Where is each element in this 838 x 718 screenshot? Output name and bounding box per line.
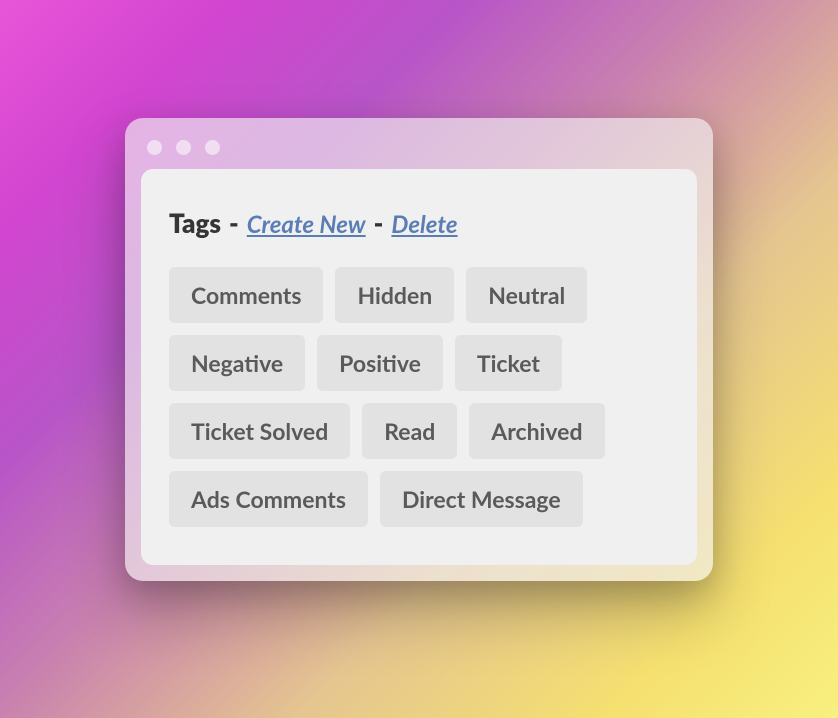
tag-direct-message[interactable]: Direct Message	[380, 471, 583, 527]
create-new-link[interactable]: Create New	[247, 210, 366, 239]
header-row: Tags - Create New - Delete	[169, 207, 669, 239]
tag-ticket-solved[interactable]: Ticket Solved	[169, 403, 350, 459]
content-panel: Tags - Create New - Delete Comments Hidd…	[141, 169, 697, 565]
window-close-icon[interactable]	[147, 140, 162, 155]
window-controls	[141, 134, 697, 169]
page-title: Tags	[169, 207, 221, 239]
tag-archived[interactable]: Archived	[469, 403, 604, 459]
tag-hidden[interactable]: Hidden	[335, 267, 454, 323]
header-separator-2: -	[374, 207, 384, 239]
tags-container: Comments Hidden Neutral Negative Positiv…	[169, 267, 669, 527]
tag-ads-comments[interactable]: Ads Comments	[169, 471, 368, 527]
tag-read[interactable]: Read	[362, 403, 457, 459]
window-minimize-icon[interactable]	[176, 140, 191, 155]
app-window: Tags - Create New - Delete Comments Hidd…	[125, 118, 713, 581]
delete-link[interactable]: Delete	[391, 210, 457, 239]
tag-positive[interactable]: Positive	[317, 335, 443, 391]
tag-negative[interactable]: Negative	[169, 335, 305, 391]
window-maximize-icon[interactable]	[205, 140, 220, 155]
tag-comments[interactable]: Comments	[169, 267, 323, 323]
tag-ticket[interactable]: Ticket	[455, 335, 562, 391]
tag-neutral[interactable]: Neutral	[466, 267, 587, 323]
header-separator-1: -	[229, 207, 239, 239]
